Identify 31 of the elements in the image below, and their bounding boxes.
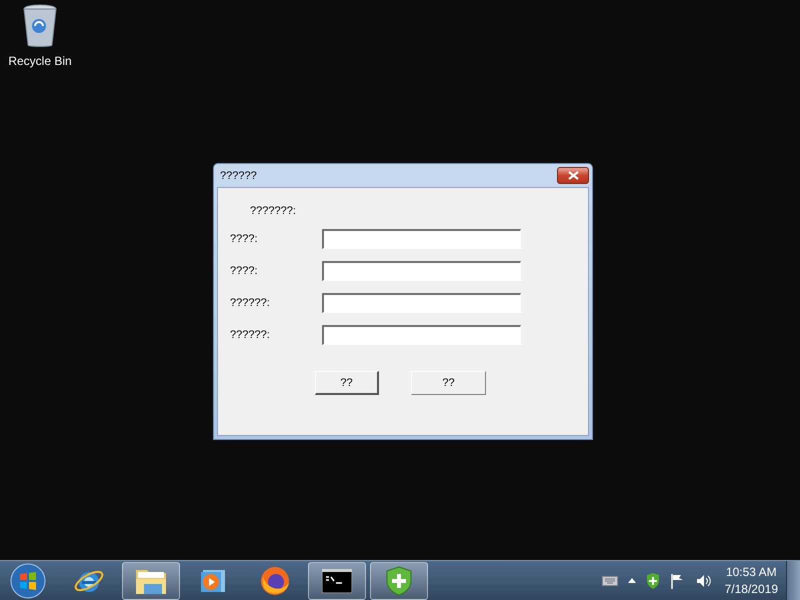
fox-globe-icon: [259, 564, 291, 596]
field-label: ????:: [230, 265, 259, 277]
dialog-button[interactable]: ??: [411, 371, 486, 395]
shield-icon: [385, 566, 413, 596]
close-icon: [568, 171, 578, 180]
keyboard-icon: [602, 576, 618, 586]
taskbar-button[interactable]: [122, 562, 180, 600]
input-field[interactable]: [322, 325, 521, 345]
speaker-icon: [696, 574, 712, 588]
taskbar-button[interactable]: [370, 562, 428, 600]
field-label: ??????:: [230, 329, 271, 341]
clock-date: 7/18/2019: [724, 580, 778, 598]
field-label: ??????:: [230, 297, 271, 309]
show-desktop-button[interactable]: [786, 560, 800, 600]
shield-icon: [646, 572, 660, 588]
field-label: ????:: [230, 233, 259, 245]
window-title: ??????: [219, 170, 257, 182]
input-field[interactable]: [322, 229, 521, 249]
windows-logo-icon: [10, 562, 46, 598]
trash-bin-icon[interactable]: [23, 4, 57, 48]
terminal-icon: [322, 568, 352, 592]
clock-time: 10:53 AM: [726, 564, 777, 580]
dialog-button[interactable]: ??: [315, 371, 379, 395]
input-field[interactable]: [322, 261, 521, 281]
taskbar-button[interactable]: [308, 562, 366, 600]
clock[interactable]: 10:53 AM 7/18/2019: [716, 564, 786, 598]
input-field[interactable]: [322, 293, 521, 313]
close-button[interactable]: [557, 167, 589, 184]
form-heading: ???????:: [250, 205, 297, 217]
desktop-icon-label[interactable]: Recycle Bin: [8, 54, 72, 68]
up-arrow-icon: [628, 578, 636, 583]
